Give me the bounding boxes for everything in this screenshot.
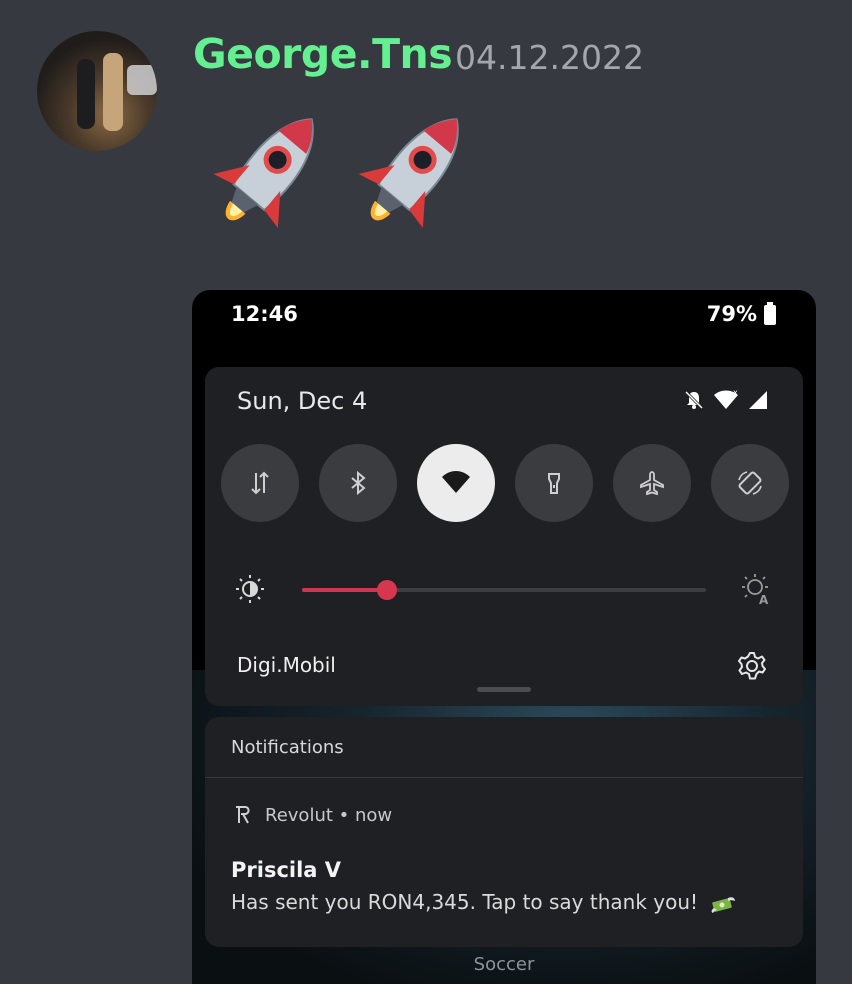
tile-bluetooth[interactable] [319, 444, 397, 522]
phone-screenshot-attachment[interactable]: 12:46 79% Sun, Dec 4 x A Digi.Mobil Noti… [192, 290, 816, 984]
brightness-slider-thumb[interactable] [376, 580, 397, 600]
status-bar-time: 12:46 [231, 302, 298, 326]
revolut-icon [236, 806, 250, 824]
flashlight-icon [548, 473, 560, 494]
avatar-photo-person [77, 59, 95, 129]
notification-app-line[interactable]: Revolut • now [231, 804, 392, 826]
status-bar-battery: 79% [706, 302, 757, 326]
svg-text:A: A [759, 593, 769, 605]
rocket-emoji [213, 118, 314, 228]
brightness-slider[interactable] [302, 580, 706, 600]
tile-flashlight[interactable] [515, 444, 593, 522]
airplane-icon [640, 471, 664, 496]
carrier-name: Digi.Mobil [237, 653, 336, 677]
notification-title[interactable]: Priscila V [231, 858, 341, 882]
brightness-slider-row: A [235, 567, 775, 607]
footer-label: Soccer [473, 954, 535, 975]
drag-handle[interactable] [477, 687, 531, 692]
tile-auto-rotate[interactable] [711, 444, 789, 522]
quick-settings-tiles [221, 444, 789, 522]
tile-mobile-data[interactable] [221, 444, 299, 522]
signal-icon [749, 391, 767, 409]
mobile-data-icon [251, 471, 269, 495]
notification-app-name: Revolut • now [265, 804, 393, 826]
qs-status-icons: x [683, 389, 769, 411]
user-avatar[interactable] [37, 31, 157, 151]
quick-settings-panel: Sun, Dec 4 x A Digi.Mobil [205, 367, 803, 706]
auto-brightness-icon[interactable]: A [741, 573, 773, 605]
divider [205, 777, 803, 778]
notifications-panel: Notifications Revolut • now Priscila V H… [205, 717, 803, 947]
tile-airplane-mode[interactable] [613, 444, 691, 522]
battery-icon [764, 302, 776, 325]
gear-icon[interactable] [737, 651, 767, 681]
avatar-photo-person [103, 53, 123, 131]
rocket-emoji [358, 118, 459, 228]
brightness-slider-fill [302, 588, 387, 592]
avatar-photo-car [127, 65, 157, 95]
bell-off-icon [684, 390, 704, 410]
money-with-wings-emoji [711, 896, 736, 913]
rotate-icon [738, 471, 762, 495]
svg-text:x: x [733, 389, 738, 397]
notification-body[interactable]: Has sent you RON4,345. Tap to say thank … [231, 890, 736, 914]
tile-wifi[interactable] [417, 444, 495, 522]
bluetooth-icon [351, 470, 366, 496]
message-timestamp: 04.12.2022 [455, 38, 644, 77]
username[interactable]: George.Tns [193, 30, 453, 78]
notifications-header: Notifications [231, 737, 344, 758]
wifi-icon: x [714, 389, 738, 409]
brightness-low-icon [236, 575, 264, 603]
notification-body-text: Has sent you RON4,345. Tap to say thank … [231, 890, 699, 914]
wifi-icon [442, 471, 470, 493]
qs-date: Sun, Dec 4 [237, 387, 368, 415]
